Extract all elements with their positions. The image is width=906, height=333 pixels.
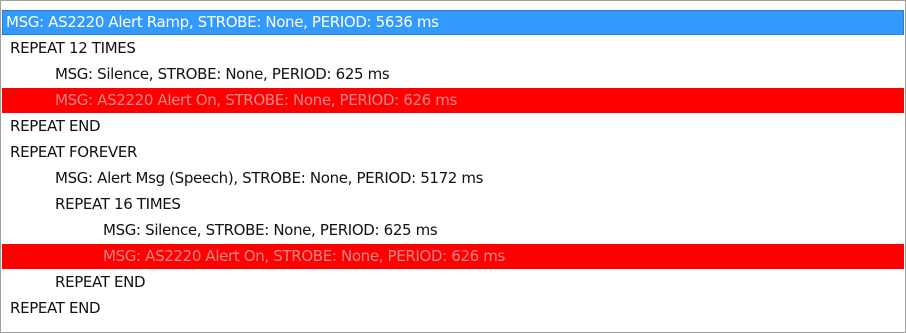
sequence-item-label: REPEAT END <box>10 117 101 135</box>
sequence-item-label: MSG: AS2220 Alert On, STROBE: None, PERI… <box>55 91 458 109</box>
sequence-item-label: REPEAT 12 TIMES <box>10 39 136 57</box>
sequence-listbox[interactable]: MSG: AS2220 Alert Ramp, STROBE: None, PE… <box>0 0 906 333</box>
sequence-item-repeat-forever[interactable]: REPEAT FOREVER <box>2 140 904 165</box>
sequence-item-silence[interactable]: MSG: Silence, STROBE: None, PERIOD: 625 … <box>2 218 904 243</box>
sequence-item-label: REPEAT FOREVER <box>10 143 138 161</box>
sequence-item-alert-on[interactable]: MSG: AS2220 Alert On, STROBE: None, PERI… <box>2 244 904 269</box>
sequence-item-repeat-end[interactable]: REPEAT END <box>2 114 904 139</box>
sequence-item-alert-ramp[interactable]: MSG: AS2220 Alert Ramp, STROBE: None, PE… <box>2 10 904 35</box>
sequence-item-repeat-16[interactable]: REPEAT 16 TIMES <box>2 192 904 217</box>
sequence-item-label: MSG: AS2220 Alert On, STROBE: None, PERI… <box>103 247 506 265</box>
sequence-item-alert-on[interactable]: MSG: AS2220 Alert On, STROBE: None, PERI… <box>2 88 904 113</box>
sequence-item-label: MSG: Silence, STROBE: None, PERIOD: 625 … <box>103 221 438 239</box>
sequence-item-label: REPEAT 16 TIMES <box>55 195 181 213</box>
sequence-item-repeat-end[interactable]: REPEAT END <box>2 296 904 321</box>
sequence-item-silence[interactable]: MSG: Silence, STROBE: None, PERIOD: 625 … <box>2 62 904 87</box>
sequence-item-label: MSG: AS2220 Alert Ramp, STROBE: None, PE… <box>6 13 439 31</box>
sequence-item-label: REPEAT END <box>10 299 101 317</box>
sequence-item-label: REPEAT END <box>55 273 146 291</box>
sequence-item-alert-msg-speech[interactable]: MSG: Alert Msg (Speech), STROBE: None, P… <box>2 166 904 191</box>
sequence-item-repeat-end[interactable]: REPEAT END <box>2 270 904 295</box>
sequence-item-label: MSG: Alert Msg (Speech), STROBE: None, P… <box>55 169 484 187</box>
sequence-item-label: MSG: Silence, STROBE: None, PERIOD: 625 … <box>55 65 390 83</box>
sequence-item-repeat-12[interactable]: REPEAT 12 TIMES <box>2 36 904 61</box>
